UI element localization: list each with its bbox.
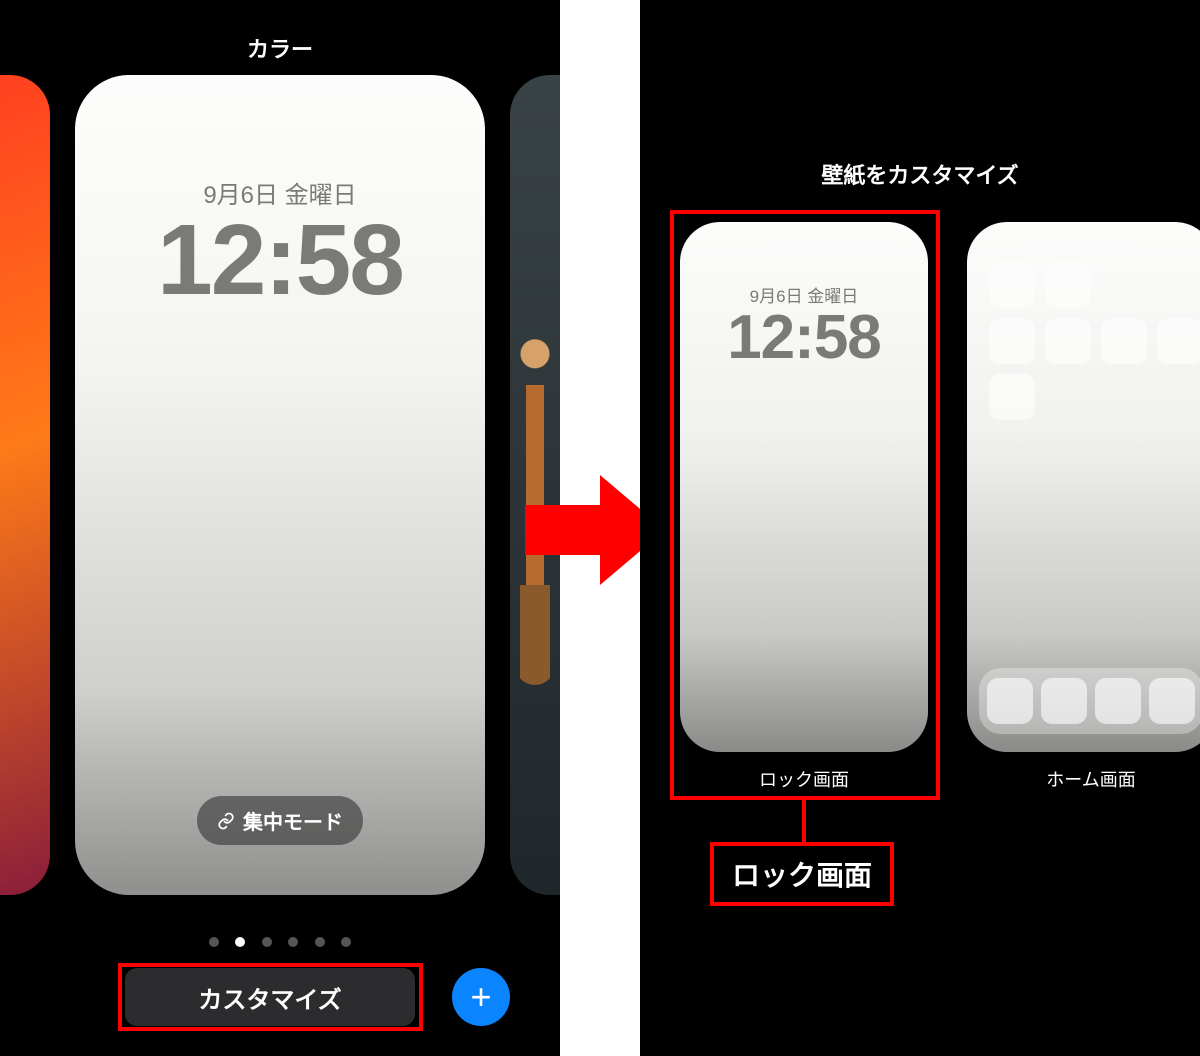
page-dot[interactable] [315,937,325,947]
home-screen-preview-card[interactable] [967,222,1200,752]
link-icon [217,812,235,830]
app-placeholder-icon [989,318,1035,364]
app-placeholder-icon [989,262,1035,308]
customize-wallpaper-screen: 壁紙をカスタマイズ 9月6日 金曜日 12:58 ロック画面 ホーム画面 [640,0,1200,1056]
app-placeholder-icon [1045,318,1091,364]
dock-app-icon [1041,678,1087,724]
page-indicator [0,934,560,952]
annotation-connector [802,800,806,842]
app-placeholder-empty [1101,262,1147,308]
dock-app-icon [1095,678,1141,724]
home-app-grid [989,262,1200,420]
app-placeholder-empty [1045,374,1091,420]
dock-app-icon [1149,678,1195,724]
app-placeholder-icon [1045,262,1091,308]
gallery-title: カラー [0,32,560,64]
focus-mode-button[interactable]: 集中モード [197,796,363,845]
app-placeholder-empty [1157,262,1200,308]
customize-title: 壁紙をカスタマイズ [640,158,1200,190]
annotation-highlight-customize [118,963,423,1031]
lockscreen-time: 12:58 [75,203,485,318]
annotation-callout-lockscreen: ロック画面 [710,842,894,906]
page-dot[interactable] [262,937,272,947]
home-dock [979,668,1200,734]
app-placeholder-icon [989,374,1035,420]
app-placeholder-empty [1157,374,1200,420]
app-placeholder-empty [1101,374,1147,420]
add-wallpaper-button[interactable]: + [452,968,510,1026]
focus-mode-label: 集中モード [243,806,343,835]
page-dot[interactable] [209,937,219,947]
app-placeholder-icon [1157,318,1200,364]
page-dot[interactable] [288,937,298,947]
plus-icon: + [470,979,491,1015]
app-placeholder-icon [1101,318,1147,364]
wallpaper-preview-card[interactable]: 9月6日 金曜日 12:58 集中モード [75,75,485,895]
wallpaper-gallery-screen: カラー 9月6日 金曜日 12:58 集中モード カスタマイズ + [0,0,560,1056]
annotation-highlight-lockscreen [670,210,940,800]
page-dot[interactable] [235,937,245,947]
home-screen-label: ホーム画面 [967,766,1200,792]
wallpaper-peek-previous[interactable] [0,75,50,895]
page-dot[interactable] [341,937,351,947]
annotation-callout-label: ロック画面 [732,860,872,891]
dock-app-icon [987,678,1033,724]
